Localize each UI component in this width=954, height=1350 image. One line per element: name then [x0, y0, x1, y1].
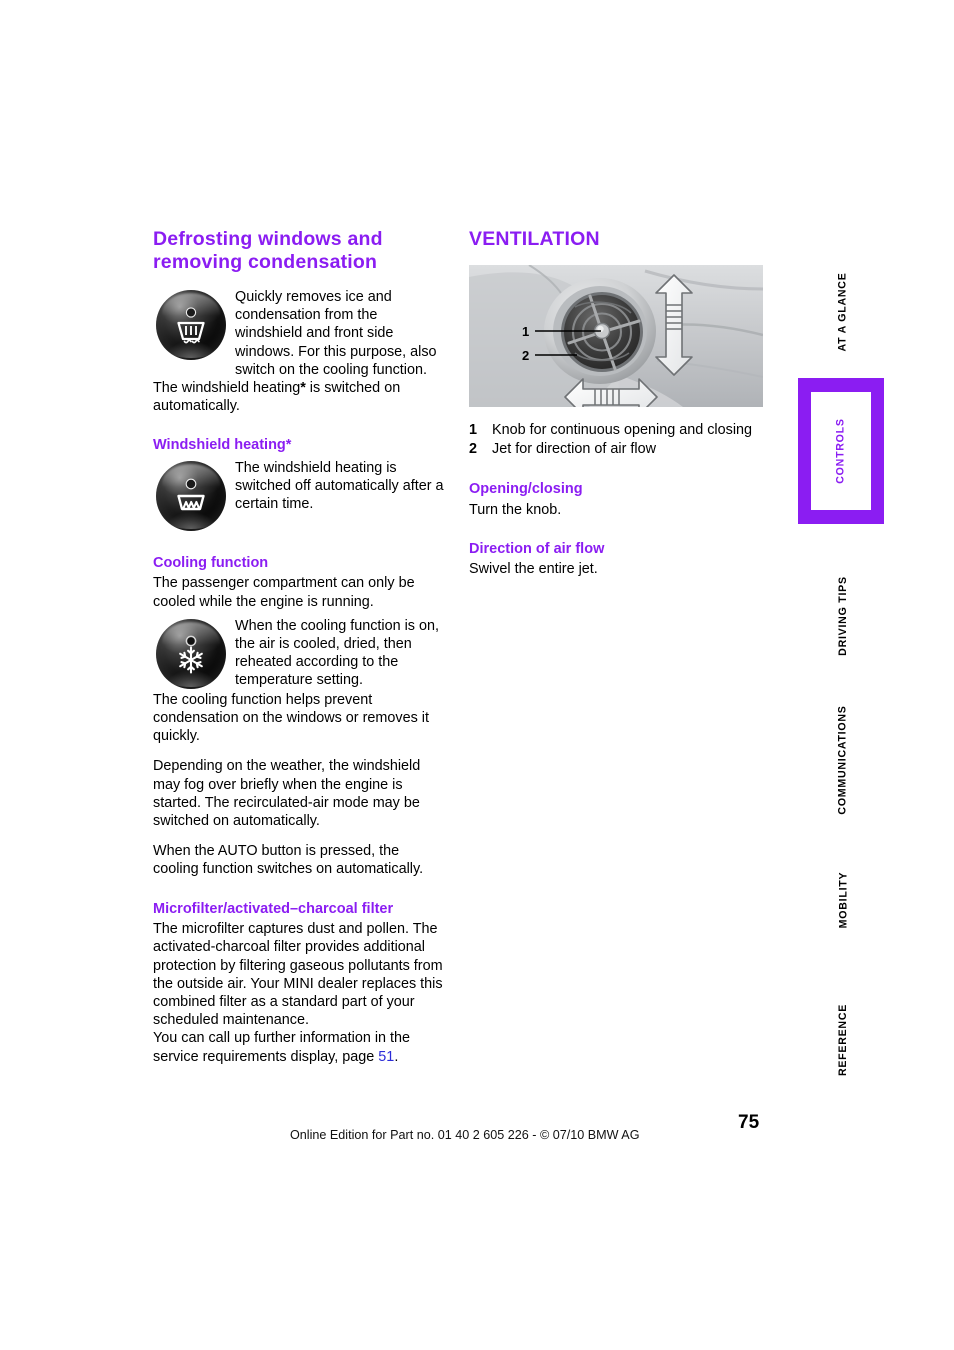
heading-direction-of-air-flow: Direction of air flow — [469, 540, 605, 557]
right-text-column: VENTILATION 1 2 1 Knob for continuous op… — [469, 228, 763, 578]
svg-text:2: 2 — [522, 348, 529, 363]
opening-closing-text: Turn the knob. — [469, 501, 562, 518]
sidebar-tab-label: DRIVING TIPS — [836, 576, 849, 656]
windshield-heating-icon-text: The windshield heating is switched off a… — [235, 459, 444, 513]
defrost-auto-paragraph-pre: The windshield heating — [153, 380, 301, 397]
cooling-intro-paragraph: The passenger compartment can only be co… — [153, 575, 415, 610]
defrost-auto-paragraph: The windshield heating* is switched on a… — [153, 379, 447, 415]
sidebar-tab-controls-inner: CONTROLS — [811, 392, 871, 510]
heading-cooling-function: Cooling function — [153, 554, 269, 571]
microfilter-reference-paragraph: You can call up further information in t… — [153, 1029, 447, 1065]
cooling-paragraph-2: Depending on the weather, the windshield… — [153, 758, 421, 830]
defrost-icon-text: Quickly removes ice and condensation fro… — [235, 289, 437, 378]
legend-item: 1 Knob for continuous opening and closin… — [469, 421, 763, 440]
legend-label: Jet for direction of air flow — [492, 441, 656, 457]
sidebar-tab-label: CONTROLS — [835, 418, 848, 484]
defrost-windshield-icon — [156, 290, 226, 360]
heading-ventilation: VENTILATION — [469, 228, 600, 250]
svg-text:1: 1 — [522, 324, 529, 339]
microfilter-reference-post: . — [394, 1048, 399, 1065]
cooling-paragraph-3: When the AUTO button is pressed, the coo… — [153, 843, 424, 878]
defrost-icon-block: Quickly removes ice and condensation fro… — [153, 288, 447, 379]
sidebar-tab-controls[interactable]: CONTROLS — [798, 378, 884, 524]
chapter-tab-rail: AT A GLANCE CONTROLS DRIVING TIPS COMMUN… — [798, 0, 888, 1350]
page-number: 75 — [738, 1112, 760, 1133]
cooling-icon-text: When the cooling function is on, the air… — [235, 617, 439, 689]
manual-page: Defrosting windows and removing condensa… — [0, 0, 954, 1350]
legend-number: 1 — [469, 422, 478, 438]
sidebar-tab-reference[interactable]: REFERENCE — [798, 980, 888, 1100]
direction-of-air-flow-text: Swivel the entire jet. — [469, 561, 598, 578]
page-reference-link[interactable]: 51 — [378, 1049, 394, 1065]
legend-item: 2 Jet for direction of air flow — [469, 440, 763, 459]
cooling-paragraph-1: The cooling function helps prevent conde… — [153, 691, 429, 745]
sidebar-tab-label: REFERENCE — [837, 1003, 849, 1077]
sidebar-tab-at-a-glance[interactable]: AT A GLANCE — [798, 252, 888, 372]
cooling-icon-block: When the cooling function is on, the air… — [153, 617, 447, 691]
sidebar-tab-label: MOBILITY — [837, 871, 849, 929]
heading-windshield-heating: Windshield heating* — [153, 437, 292, 454]
heading-microfilter: Microfilter/activated–charcoal filter — [153, 900, 394, 917]
sidebar-tab-driving-tips[interactable]: DRIVING TIPS — [798, 556, 888, 676]
footer-edition-note: Online Edition for Part no. 01 40 2 605 … — [290, 1128, 640, 1142]
heading-defrosting-windows: Defrosting windows and removing condensa… — [153, 228, 383, 273]
figure-legend: 1 Knob for continuous opening and closin… — [469, 421, 763, 459]
sidebar-tab-label: AT A GLANCE — [836, 272, 849, 352]
heading-opening-closing: Opening/closing — [469, 481, 583, 497]
left-text-column: Defrosting windows and removing condensa… — [153, 228, 447, 1066]
snowflake-cooling-icon — [156, 618, 226, 689]
sidebar-tab-label: COMMUNICATIONS — [837, 705, 850, 815]
windshield-heating-icon-block: The windshield heating is switched off a… — [153, 459, 447, 533]
legend-number: 2 — [469, 441, 478, 457]
sidebar-tab-mobility[interactable]: MOBILITY — [798, 840, 888, 960]
legend-label: Knob for continuous opening and closing — [492, 422, 753, 438]
air-vent-diagram: 1 2 — [469, 265, 763, 407]
microfilter-reference-pre: You can call up further information in t… — [153, 1030, 411, 1065]
sidebar-tab-communications[interactable]: COMMUNICATIONS — [798, 680, 888, 840]
windshield-heating-icon — [156, 460, 226, 531]
microfilter-paragraph: The microfilter captures dust and pollen… — [153, 921, 443, 1029]
